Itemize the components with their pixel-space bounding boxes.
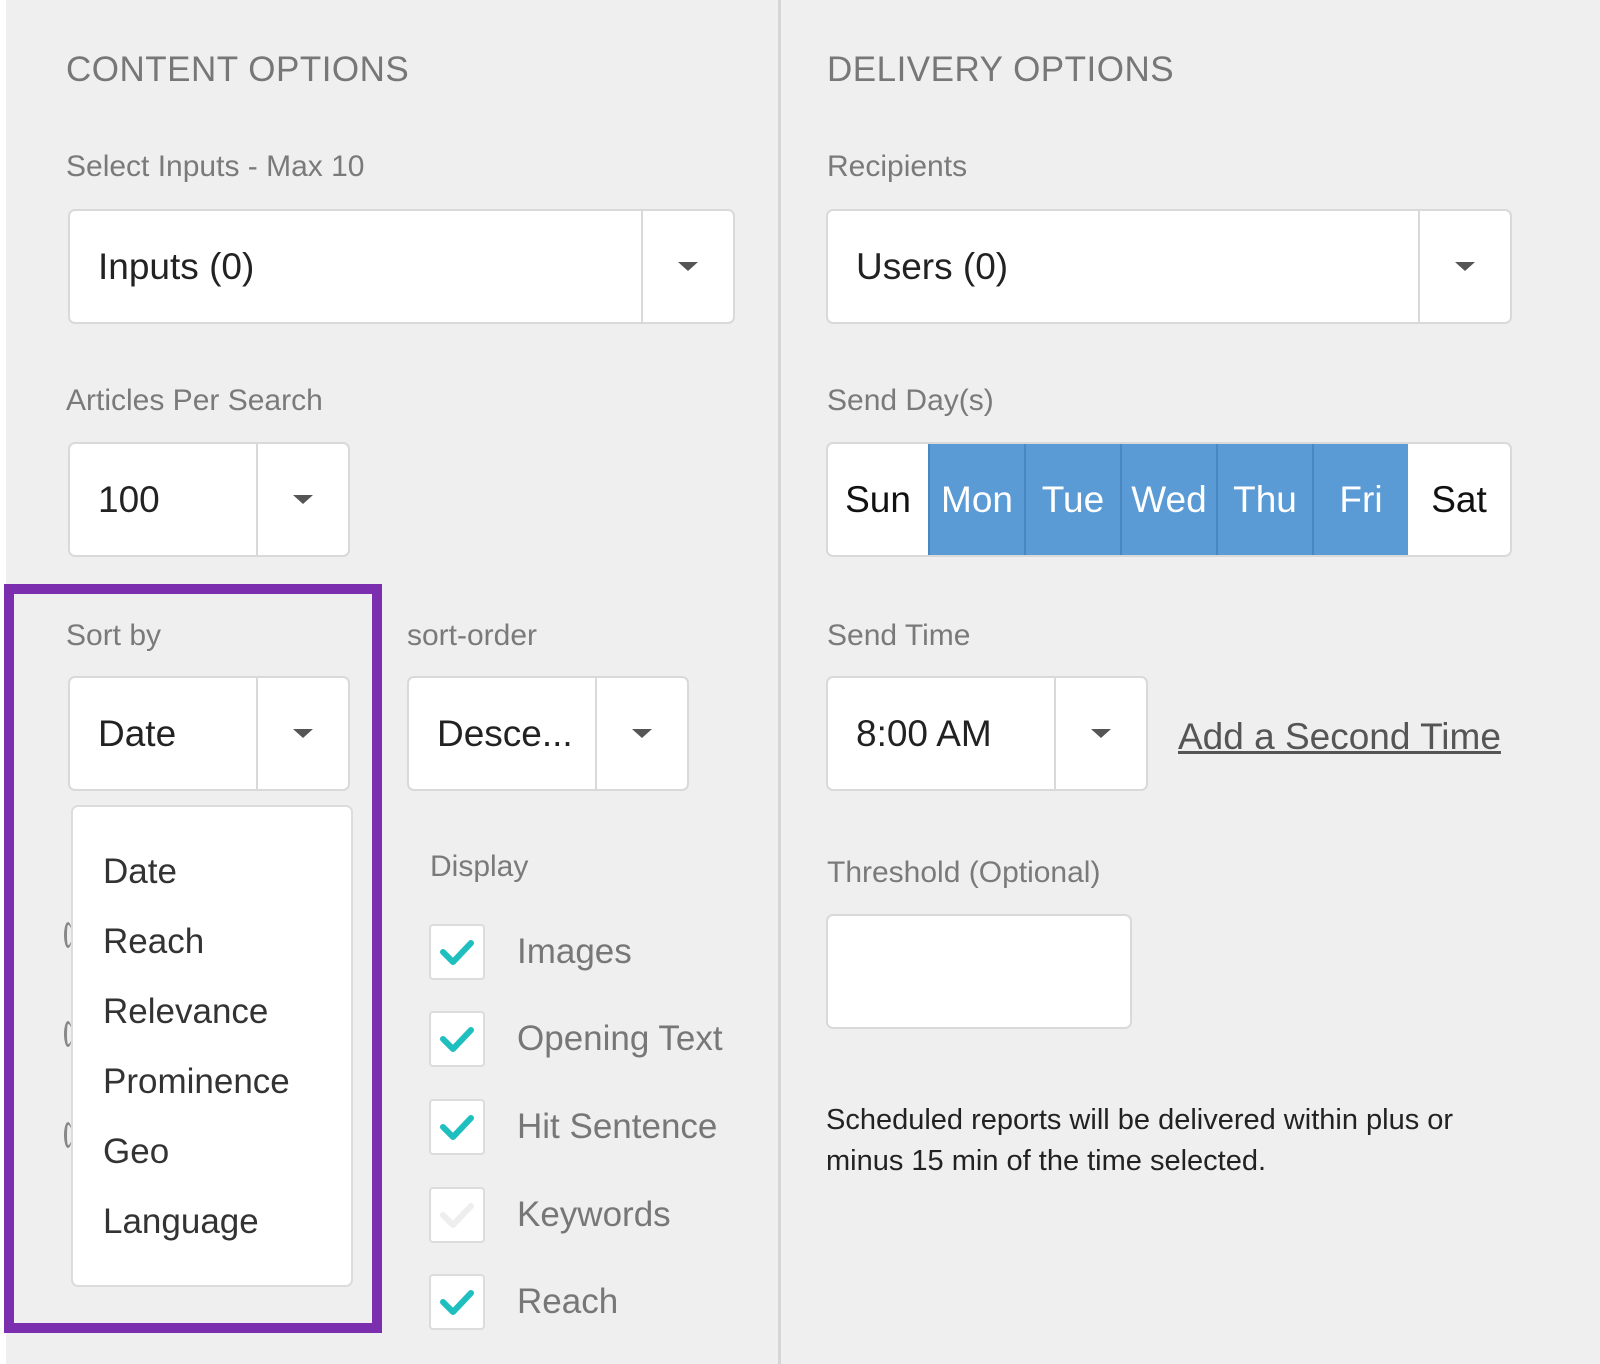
- display-option-label: Images: [517, 932, 632, 971]
- display-label: Display: [430, 850, 529, 883]
- checkmark-icon: [440, 1203, 474, 1228]
- display-option-keywords[interactable]: Keywords: [429, 1185, 671, 1245]
- chevron-down-icon: [1091, 729, 1111, 738]
- add-second-time-link[interactable]: Add a Second Time: [1178, 716, 1501, 758]
- day-toggle-sun[interactable]: Sun: [828, 444, 928, 555]
- content-options-heading: CONTENT OPTIONS: [66, 50, 410, 89]
- sort-order-label: sort-order: [407, 619, 538, 652]
- sort-by-label: Sort by: [66, 619, 162, 652]
- select-inputs-label: Select Inputs - Max 10: [66, 150, 365, 183]
- day-toggle-fri[interactable]: Fri: [1312, 444, 1408, 555]
- sort-order-value: Desce...: [437, 712, 573, 754]
- send-time-select[interactable]: 8:00 AM: [826, 676, 1148, 791]
- checkbox[interactable]: [429, 924, 485, 980]
- inputs-select-toggle[interactable]: [641, 211, 733, 322]
- articles-per-search-label: Articles Per Search: [66, 384, 323, 417]
- display-option-hit-sentence[interactable]: Hit Sentence: [429, 1097, 717, 1157]
- chevron-down-icon: [293, 495, 313, 504]
- articles-per-search-toggle[interactable]: [256, 444, 348, 555]
- threshold-input[interactable]: [826, 914, 1132, 1029]
- send-time-toggle[interactable]: [1054, 678, 1146, 789]
- chevron-down-icon: [632, 729, 652, 738]
- sort-by-select[interactable]: Date: [68, 676, 350, 791]
- day-toggle-wed[interactable]: Wed: [1120, 444, 1216, 555]
- checkmark-icon: [440, 1115, 474, 1140]
- checkmark-icon: [440, 940, 474, 965]
- chevron-down-icon: [678, 262, 698, 271]
- sort-option-relevance[interactable]: Relevance: [73, 977, 351, 1047]
- checkmark-icon: [440, 1027, 474, 1052]
- delivery-note: Scheduled reports will be delivered with…: [826, 1104, 1454, 1177]
- sort-option-reach[interactable]: Reach: [73, 907, 351, 977]
- sort-option-date[interactable]: Date: [73, 837, 351, 907]
- sort-order-select[interactable]: Desce...: [407, 676, 689, 791]
- display-option-opening-text[interactable]: Opening Text: [429, 1009, 723, 1069]
- send-time-value: 8:00 AM: [856, 712, 992, 754]
- day-toggle-mon[interactable]: Mon: [928, 444, 1024, 555]
- checkbox[interactable]: [429, 1274, 485, 1330]
- articles-per-search-value: 100: [98, 478, 160, 520]
- day-toggle-tue[interactable]: Tue: [1024, 444, 1120, 555]
- checkbox[interactable]: [429, 1011, 485, 1067]
- sort-by-dropdown-menu: Date Reach Relevance Prominence Geo Lang…: [71, 805, 353, 1287]
- display-option-label: Hit Sentence: [517, 1107, 718, 1146]
- display-option-label: Reach: [517, 1282, 619, 1321]
- chevron-down-icon: [1455, 262, 1475, 271]
- chevron-down-icon: [293, 729, 313, 738]
- recipients-select-toggle[interactable]: [1418, 211, 1510, 322]
- display-option-images[interactable]: Images: [429, 922, 632, 982]
- articles-per-search-select[interactable]: 100: [68, 442, 350, 557]
- display-option-label: Opening Text: [517, 1019, 723, 1058]
- send-days-label: Send Day(s): [827, 384, 994, 417]
- checkbox[interactable]: [429, 1099, 485, 1155]
- recipients-label: Recipients: [827, 150, 968, 183]
- sort-by-toggle[interactable]: [256, 678, 348, 789]
- inputs-select[interactable]: Inputs (0): [68, 209, 735, 324]
- delivery-options-heading: DELIVERY OPTIONS: [827, 50, 1175, 89]
- day-toggle-thu[interactable]: Thu: [1216, 444, 1312, 555]
- send-days-toggle-group: Sun Mon Tue Wed Thu Fri Sat: [826, 442, 1512, 557]
- checkmark-icon: [440, 1290, 474, 1315]
- recipients-select-value: Users (0): [856, 245, 1009, 287]
- sort-option-prominence[interactable]: Prominence: [73, 1047, 351, 1117]
- display-option-label: Keywords: [517, 1195, 671, 1234]
- recipients-select[interactable]: Users (0): [826, 209, 1512, 324]
- sort-option-language[interactable]: Language: [73, 1187, 351, 1257]
- sort-order-toggle[interactable]: [595, 678, 687, 789]
- threshold-label: Threshold (Optional): [827, 856, 1101, 889]
- sort-by-value: Date: [98, 712, 177, 754]
- display-option-reach[interactable]: Reach: [429, 1272, 618, 1332]
- day-toggle-sat[interactable]: Sat: [1408, 444, 1510, 555]
- column-divider: [778, 0, 781, 1364]
- send-time-label: Send Time: [827, 619, 971, 652]
- inputs-select-value: Inputs (0): [98, 245, 255, 287]
- checkbox[interactable]: [429, 1187, 485, 1243]
- sort-option-geo[interactable]: Geo: [73, 1117, 351, 1187]
